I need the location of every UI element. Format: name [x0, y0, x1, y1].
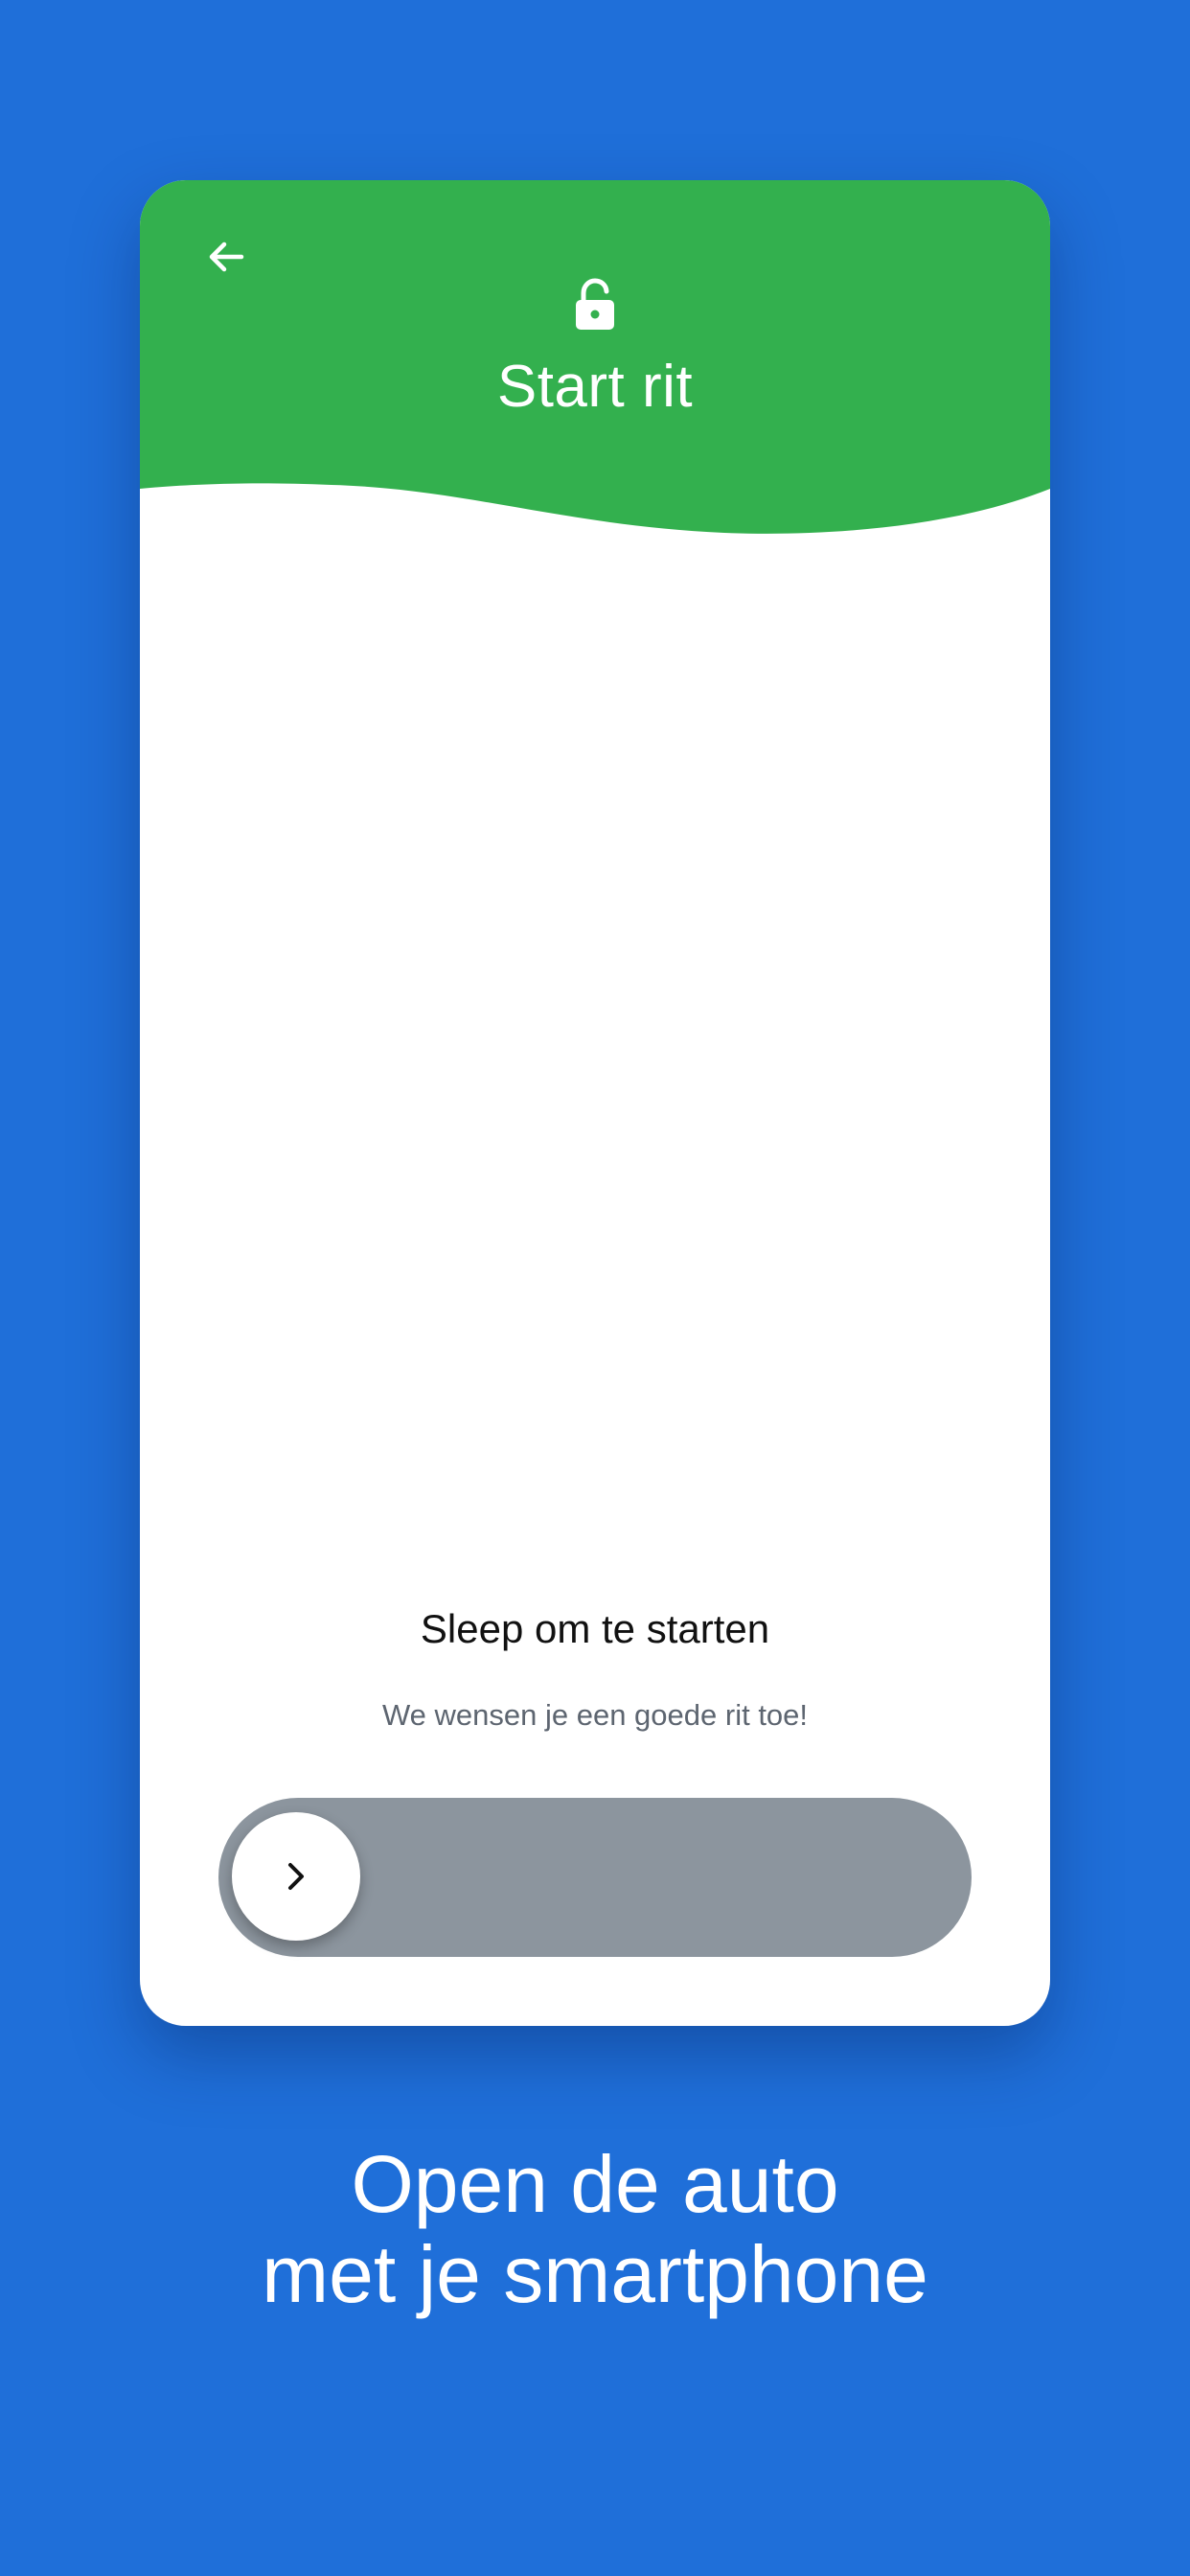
phone-card: Start rit Sleep om te starten We wensen … [140, 180, 1050, 2026]
slide-to-start-knob[interactable] [232, 1812, 360, 1941]
arrow-left-icon [209, 242, 244, 272]
slide-instruction-title: Sleep om te starten [420, 1606, 770, 1651]
header: Start rit [140, 180, 1050, 544]
back-button[interactable] [188, 218, 264, 295]
chevron-right-icon [288, 1863, 304, 1890]
lock-open-icon [576, 278, 614, 330]
slide-instruction-subtitle: We wensen je een goede rit toe! [381, 1698, 809, 1732]
tagline-line-2: met je smartphone [262, 2229, 928, 2319]
promo-tagline: Open de auto met je smartphone [0, 2139, 1190, 2319]
slide-to-start-track[interactable] [218, 1798, 972, 1957]
tagline-line-1: Open de auto [351, 2139, 839, 2229]
page-title: Start rit [496, 354, 694, 420]
